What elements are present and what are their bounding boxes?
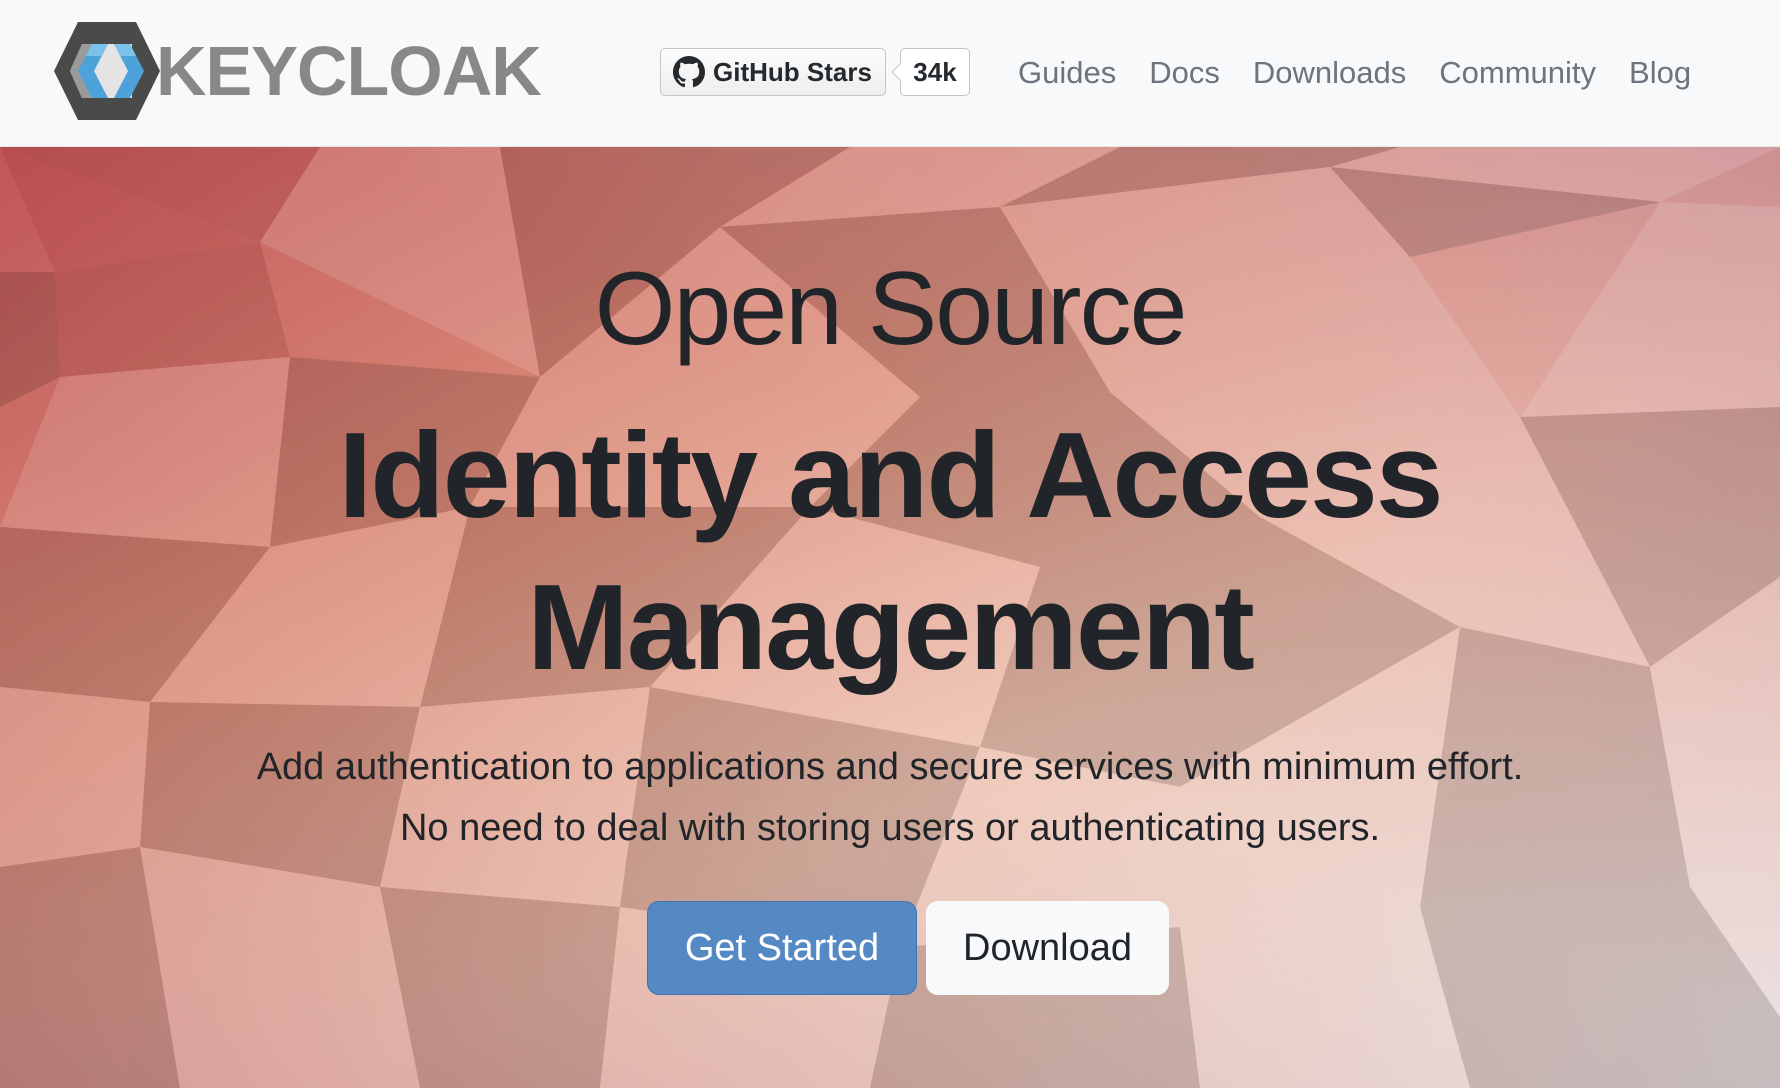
logo-text: KEYCLOAK [156,32,542,110]
keycloak-logo[interactable]: KEYCLOAK [52,20,542,122]
hero-title: Identity and Access Management [0,399,1780,703]
hero-subtitle: Add authentication to applications and s… [0,737,1780,859]
hero-section: Open Source Identity and Access Manageme… [0,147,1780,1088]
nav-link-guides[interactable]: Guides [1018,55,1116,91]
hero-subtitle-line-1: Add authentication to applications and s… [256,746,1524,788]
hero-pretitle: Open Source [594,251,1188,367]
nav-link-community[interactable]: Community [1439,55,1596,91]
nav-link-downloads[interactable]: Downloads [1253,55,1406,91]
keycloak-logo-icon [54,22,160,120]
nav-link-docs[interactable]: Docs [1149,55,1220,91]
github-icon [673,56,705,88]
get-started-button[interactable]: Get Started [647,901,917,995]
main-nav: Guides Docs Downloads Community Blog [1018,48,1691,98]
hero-title-line-1: Identity and Access [338,407,1443,543]
download-button[interactable]: Download [926,901,1169,995]
github-stars-button[interactable]: GitHub Stars [660,48,886,96]
hero-title-line-2: Management [527,559,1255,695]
top-navbar: KEYCLOAK GitHub Stars 34k Guides Docs Do… [0,0,1780,147]
nav-link-blog[interactable]: Blog [1629,55,1691,91]
hero-subtitle-line-2: No need to deal with storing users or au… [399,807,1381,849]
github-stars-count[interactable]: 34k [900,48,970,96]
github-stars-label: GitHub Stars [713,56,872,87]
